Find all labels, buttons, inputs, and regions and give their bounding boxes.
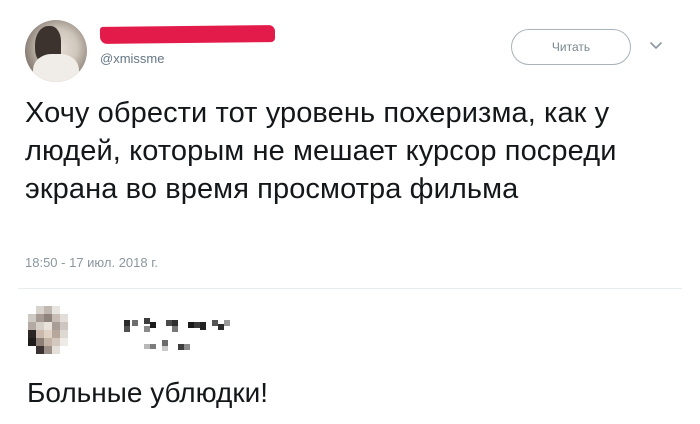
display-name-redacted xyxy=(99,25,276,44)
chevron-down-icon[interactable] xyxy=(648,38,664,54)
reply-avatar-pixelated[interactable] xyxy=(28,306,70,358)
tweet-text: Хочу обрести тот уровень похеризма, как … xyxy=(25,97,617,205)
tweet-timestamp[interactable]: 18:50 - 17 июл. 2018 г. xyxy=(25,255,158,270)
avatar[interactable] xyxy=(25,20,87,82)
reply-name-pixelated xyxy=(124,318,254,358)
user-handle[interactable]: @xmissme xyxy=(100,51,164,66)
follow-button[interactable]: Читать xyxy=(511,29,631,65)
divider xyxy=(18,288,682,289)
reply-text: Больные ублюдки! xyxy=(27,377,269,408)
